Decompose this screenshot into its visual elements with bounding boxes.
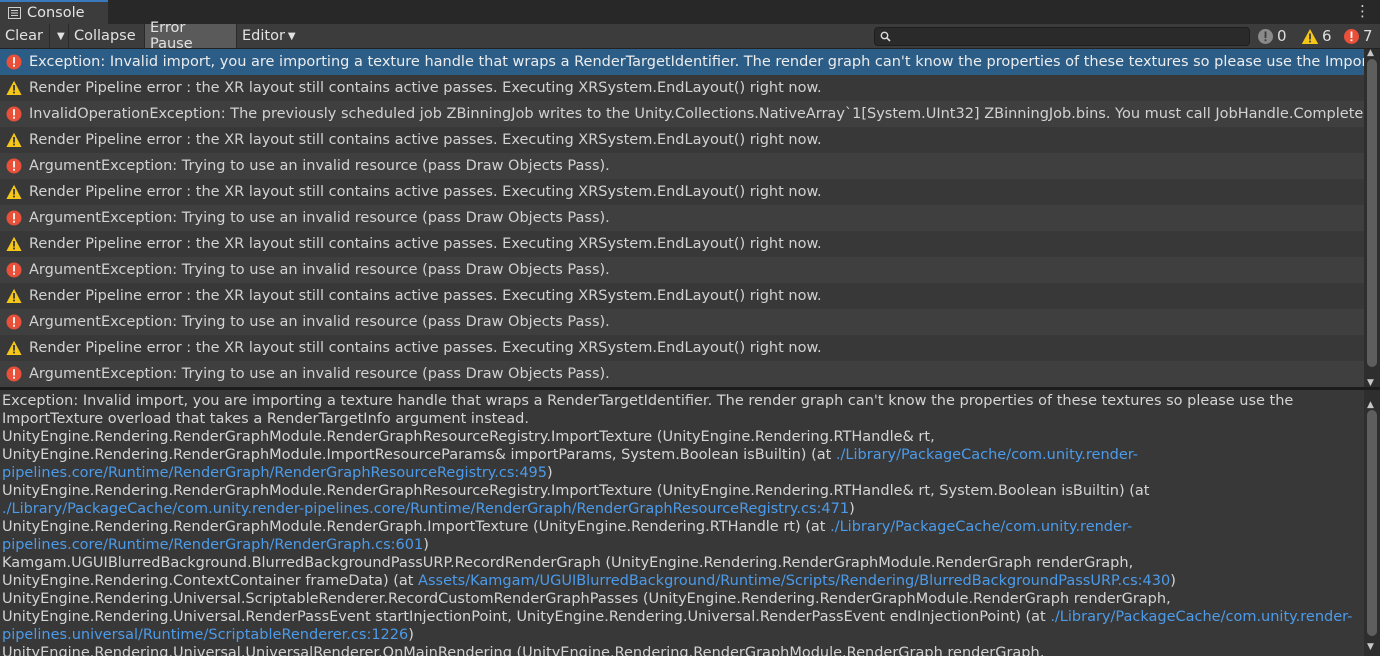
stack-trace: UnityEngine.Rendering.RenderGraphModule.… — [2, 428, 1362, 656]
editor-label: Editor — [242, 28, 285, 44]
scrollbar-thumb[interactable] — [1367, 410, 1377, 636]
stack-frame: Kamgam.UGUIBlurredBackground.BlurredBack… — [2, 554, 1362, 590]
collapse-label: Collapse — [74, 28, 136, 44]
log-entry-text: ArgumentException: Trying to use an inva… — [29, 210, 610, 226]
error-pause-toggle[interactable]: Error Pause — [145, 20, 237, 52]
stack-frame: UnityEngine.Rendering.RenderGraphModule.… — [2, 482, 1362, 518]
error-icon — [6, 54, 22, 70]
warning-icon — [6, 184, 22, 199]
warning-count-toggle[interactable]: 6 — [1301, 24, 1332, 48]
stack-frame-text: UnityEngine.Rendering.Universal.Scriptab… — [2, 591, 1171, 625]
stack-frame: UnityEngine.Rendering.Universal.Universa… — [2, 644, 1362, 656]
error-icon — [6, 106, 22, 122]
stack-frame: UnityEngine.Rendering.RenderGraphModule.… — [2, 428, 1362, 482]
log-entry[interactable]: Render Pipeline error : the XR layout st… — [0, 283, 1364, 309]
info-icon — [1258, 28, 1273, 44]
detail-message: Exception: Invalid import, you are impor… — [2, 393, 1294, 427]
stack-frame: UnityEngine.Rendering.RenderGraphModule.… — [2, 518, 1362, 554]
error-count-toggle[interactable]: 7 — [1343, 24, 1373, 48]
clear-button[interactable]: Clear — [0, 24, 50, 48]
log-entry[interactable]: InvalidOperationException: The previousl… — [0, 101, 1364, 127]
clear-options-dropdown[interactable]: ▼ — [50, 24, 69, 48]
error-icon — [6, 262, 22, 278]
stack-frame-tail: ) — [547, 465, 553, 481]
chevron-down-icon: ▼ — [287, 30, 296, 42]
error-icon — [6, 314, 22, 330]
log-entry[interactable]: ArgumentException: Trying to use an inva… — [0, 361, 1364, 387]
stack-trace-panel: Exception: Invalid import, you are impor… — [0, 390, 1364, 656]
log-list-scrollbar[interactable]: ▲ ▼ — [1364, 48, 1380, 388]
warning-icon — [6, 80, 22, 95]
scroll-up-icon[interactable]: ▲ — [1367, 48, 1374, 58]
tab-title: Console — [27, 5, 85, 21]
error-icon — [1344, 28, 1359, 44]
log-entry-text: Render Pipeline error : the XR layout st… — [29, 288, 822, 304]
stack-frame: UnityEngine.Rendering.Universal.Scriptab… — [2, 590, 1362, 644]
log-entry-text: Render Pipeline error : the XR layout st… — [29, 184, 822, 200]
log-entry-text: Render Pipeline error : the XR layout st… — [29, 340, 822, 356]
stack-frame-tail: ) — [423, 537, 429, 553]
log-entry-text: Render Pipeline error : the XR layout st… — [29, 80, 822, 96]
clear-label: Clear — [5, 28, 43, 44]
log-entry[interactable]: Render Pipeline error : the XR layout st… — [0, 75, 1364, 101]
log-entry[interactable]: ArgumentException: Trying to use an inva… — [0, 257, 1364, 283]
tab-console[interactable]: Console — [0, 0, 108, 24]
log-entry-text: Render Pipeline error : the XR layout st… — [29, 132, 822, 148]
warning-count: 6 — [1322, 27, 1332, 45]
log-entry[interactable]: Exception: Invalid import, you are impor… — [0, 49, 1364, 75]
stack-frame-text: UnityEngine.Rendering.RenderGraphModule.… — [2, 519, 831, 535]
error-icon — [6, 158, 22, 174]
detail-scrollbar[interactable]: ▲ ▼ — [1364, 390, 1380, 656]
warning-icon — [1301, 28, 1319, 44]
error-count: 7 — [1363, 27, 1373, 45]
scrollbar-thumb[interactable] — [1367, 59, 1377, 367]
editor-dropdown[interactable]: Editor ▼ — [237, 24, 301, 48]
error-icon — [6, 210, 22, 226]
log-entry[interactable]: ArgumentException: Trying to use an inva… — [0, 153, 1364, 179]
warning-icon — [6, 340, 22, 355]
warning-icon — [6, 236, 22, 251]
log-entry[interactable]: Render Pipeline error : the XR layout st… — [0, 231, 1364, 257]
stack-frame-tail: ) — [408, 627, 414, 643]
log-entry[interactable]: ArgumentException: Trying to use an inva… — [0, 205, 1364, 231]
log-entry-text: ArgumentException: Trying to use an inva… — [29, 158, 610, 174]
more-options-icon[interactable]: ⋮ — [1355, 2, 1370, 20]
log-entry-text: Exception: Invalid import, you are impor… — [29, 54, 1364, 70]
search-icon — [880, 31, 891, 42]
log-entry[interactable]: Render Pipeline error : the XR layout st… — [0, 179, 1364, 205]
log-entry-text: ArgumentException: Trying to use an inva… — [29, 314, 610, 330]
error-icon — [6, 366, 22, 382]
log-entry-text: InvalidOperationException: The previousl… — [29, 106, 1364, 122]
stack-frame-tail: ) — [1170, 573, 1176, 589]
stack-frame-text: UnityEngine.Rendering.RenderGraphModule.… — [2, 429, 935, 463]
source-link[interactable]: ./Library/PackageCache/com.unity.render-… — [2, 501, 849, 517]
warning-icon — [6, 288, 22, 303]
scroll-down-icon[interactable]: ▼ — [1367, 642, 1374, 652]
scroll-up-icon[interactable]: ▲ — [1367, 400, 1374, 410]
info-count-toggle[interactable]: 0 — [1257, 24, 1287, 48]
console-icon — [8, 7, 21, 19]
log-entry[interactable]: ArgumentException: Trying to use an inva… — [0, 309, 1364, 335]
info-count: 0 — [1277, 27, 1287, 45]
source-link[interactable]: Assets/Kamgam/UGUIBlurredBackground/Runt… — [418, 573, 1170, 589]
warning-icon — [6, 132, 22, 147]
log-entry[interactable]: Render Pipeline error : the XR layout st… — [0, 127, 1364, 153]
search-input[interactable] — [874, 27, 1250, 46]
error-pause-label: Error Pause — [150, 20, 193, 52]
stack-frame-text: UnityEngine.Rendering.RenderGraphModule.… — [2, 483, 1150, 499]
log-list[interactable]: Exception: Invalid import, you are impor… — [0, 49, 1364, 387]
stack-frame-tail: ) — [849, 501, 855, 517]
log-entry-text: Render Pipeline error : the XR layout st… — [29, 236, 822, 252]
collapse-toggle[interactable]: Collapse — [69, 24, 145, 48]
log-entry-text: ArgumentException: Trying to use an inva… — [29, 262, 610, 278]
log-entry-text: ArgumentException: Trying to use an inva… — [29, 366, 610, 382]
log-entry[interactable]: Render Pipeline error : the XR layout st… — [0, 335, 1364, 361]
console-toolbar: Clear ▼ Collapse Error Pause Editor ▼ 0 … — [0, 20, 1380, 52]
chevron-down-icon: ▼ — [57, 30, 65, 42]
stack-frame-text: UnityEngine.Rendering.Universal.Universa… — [2, 645, 1045, 656]
